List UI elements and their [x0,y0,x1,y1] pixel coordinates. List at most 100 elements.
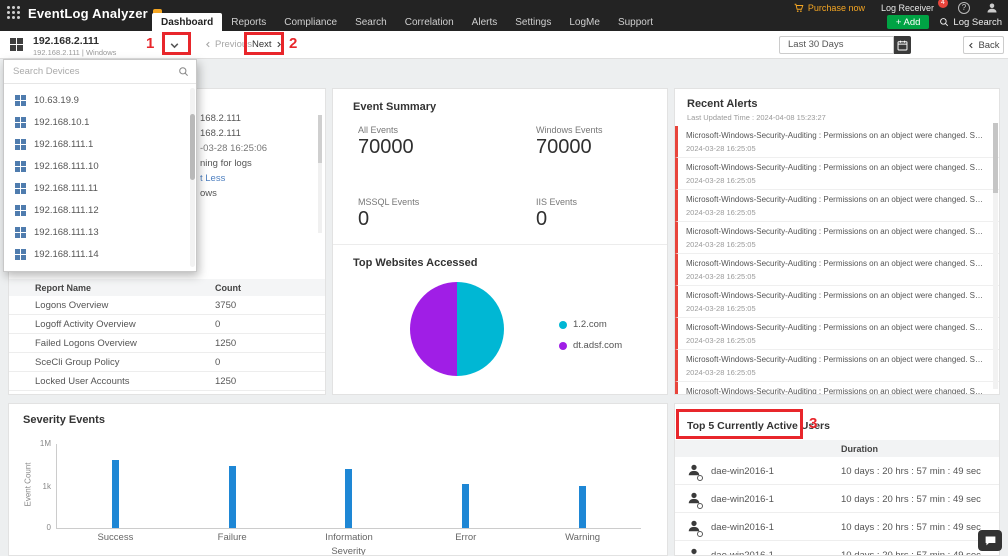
top-bar: EventLog Analyzer Purchase now Log Recei… [0,0,1008,31]
log-receiver-label: Log Receiver [880,2,934,13]
device-list-item[interactable]: 192.168.10.1 [4,111,196,133]
user-name-cell[interactable]: dae-win2016-1 [711,550,774,555]
device-card-scrollbar[interactable] [318,115,322,233]
summary-value[interactable]: 70000 [536,136,592,159]
legend-item[interactable]: dt.adsf.com [559,340,622,351]
device-dropdown-toggle[interactable] [169,40,180,51]
next-device-button[interactable]: Next [252,39,283,50]
report-name-cell[interactable]: Logons Overview [9,300,215,311]
device-detail-fragment[interactable]: t Less [200,173,225,184]
previous-device-button[interactable]: Previous [204,39,252,50]
alert-item[interactable]: Microsoft-Windows-Security-Auditing : Pe… [675,254,999,286]
alert-item[interactable]: Microsoft-Windows-Security-Auditing : Pe… [675,286,999,318]
summary-value[interactable]: 0 [358,208,369,231]
report-name-cell[interactable]: Failed Logons Overview [9,338,215,349]
device-list-item[interactable]: 192.168.111.10 [4,155,196,177]
summary-value[interactable]: 0 [536,208,547,231]
table-row[interactable]: Logoff Activity Overview 0 [9,315,325,334]
device-icon [15,138,26,150]
user-name-cell[interactable]: dae-win2016-1 [711,466,774,477]
alert-item[interactable]: Microsoft-Windows-Security-Auditing : Pe… [675,158,999,190]
report-name-cell[interactable]: Logoff Activity Overview [9,319,215,330]
alert-item[interactable]: Microsoft-Windows-Security-Auditing : Pe… [675,382,999,394]
severity-bar[interactable] [462,484,470,528]
selected-device-meta: 192.168.2.111 | Windows [33,48,117,57]
user-avatar-icon[interactable] [986,2,998,14]
calendar-button[interactable] [894,36,911,54]
selected-device-name[interactable]: 192.168.2.111 [33,35,99,47]
help-icon[interactable]: ? [958,1,970,14]
user-name-cell[interactable]: dae-win2016-1 [711,522,774,533]
report-name-cell[interactable]: SceCli Group Policy [9,357,215,368]
summary-value[interactable]: 70000 [358,136,414,159]
scrollbar-thumb[interactable] [318,115,322,163]
alerts-scrollbar[interactable] [993,123,998,389]
search-devices-input[interactable] [4,60,196,83]
bar-slot: Success [57,444,174,543]
device-list-item[interactable]: 192.168.111.14 [4,243,196,265]
device-name: 192.168.111.11 [34,182,98,194]
tab-compliance[interactable]: Compliance [275,13,346,31]
search-icon[interactable] [178,66,189,77]
alert-item[interactable]: Microsoft-Windows-Security-Auditing : Pe… [675,126,999,158]
table-row[interactable]: SceCli Group Policy 0 [9,353,325,372]
device-list-item[interactable]: 192.168.111.13 [4,221,196,243]
apps-grid-icon[interactable] [7,6,20,19]
alert-item[interactable]: Microsoft-Windows-Security-Auditing : Pe… [675,190,999,222]
severity-bar[interactable] [111,460,119,528]
table-row[interactable]: dae-win2016-1 10 days : 20 hrs : 57 min … [675,457,999,485]
log-search-button[interactable]: Log Search [939,17,1002,28]
bar-category-label: Error [455,532,477,543]
device-list-item[interactable]: 192.168.111.1 [4,133,196,155]
report-name-cell[interactable]: Locked User Accounts [9,376,215,387]
support-chat-widget[interactable] [978,530,1002,551]
table-row[interactable]: dae-win2016-1 10 days : 20 hrs : 57 min … [675,513,999,541]
tab-support[interactable]: Support [609,13,662,31]
tab-alerts[interactable]: Alerts [463,13,507,31]
severity-bar[interactable] [579,485,587,528]
severity-bar[interactable] [228,465,236,528]
tab-search[interactable]: Search [346,13,396,31]
table-row[interactable]: Logons Overview 3750 [9,296,325,315]
device-list-item[interactable]: 192.168.111.11 [4,177,196,199]
dropdown-scrollbar[interactable] [190,88,195,267]
alert-timestamp: 2024-03-28 16:25:05 [686,368,756,377]
summary-label: MSSQL Events [358,197,420,207]
device-list-item[interactable]: 10.63.19.9 [4,89,196,111]
back-label: Back [978,39,1000,51]
top-websites-pie[interactable] [410,282,504,376]
column-duration: Duration [841,444,878,454]
add-button[interactable]: + Add [886,15,930,29]
device-list-item[interactable]: 192.168.111.12 [4,199,196,221]
log-receiver-link[interactable]: Log Receiver 4 [880,0,948,13]
log-search-label: Log Search [953,16,1002,28]
summary-label: All Events [358,125,399,135]
alert-item[interactable]: Microsoft-Windows-Security-Auditing : Pe… [675,318,999,350]
topbar-actions: + Add Log Search [886,15,1002,29]
chevron-left-icon [969,42,974,48]
user-name-cell[interactable]: dae-win2016-1 [711,494,774,505]
tab-correlation[interactable]: Correlation [396,13,463,31]
date-range-picker[interactable]: Last 30 Days [779,36,894,54]
scrollbar-thumb[interactable] [190,114,195,180]
scrollbar-thumb[interactable] [993,123,998,193]
tab-logme[interactable]: LogMe [560,13,609,31]
table-row[interactable]: dae-win2016-1 10 days : 20 hrs : 57 min … [675,485,999,513]
purchase-now-link[interactable]: Purchase now [794,3,865,13]
tab-reports[interactable]: Reports [222,13,275,31]
device-icon [15,226,26,238]
previous-label: Previous [215,39,252,50]
legend-item[interactable]: 1.2.com [559,319,622,330]
table-row[interactable]: dae-win2016-1 10 days : 20 hrs : 57 min … [675,541,999,555]
tab-settings[interactable]: Settings [506,13,560,31]
alert-item[interactable]: Microsoft-Windows-Security-Auditing : Pe… [675,222,999,254]
back-button[interactable]: Back [963,36,1004,54]
severity-bar[interactable] [345,468,353,528]
table-row[interactable]: Failed Logons Overview 1250 [9,334,325,353]
table-row[interactable]: Locked User Accounts 1250 [9,372,325,391]
device-name: 192.168.10.1 [34,116,90,128]
tab-dashboard[interactable]: Dashboard [152,13,223,31]
alert-item[interactable]: Microsoft-Windows-Security-Auditing : Pe… [675,350,999,382]
device-icon [15,160,26,172]
user-duration-cell: 10 days : 20 hrs : 57 min : 49 sec [841,494,981,505]
